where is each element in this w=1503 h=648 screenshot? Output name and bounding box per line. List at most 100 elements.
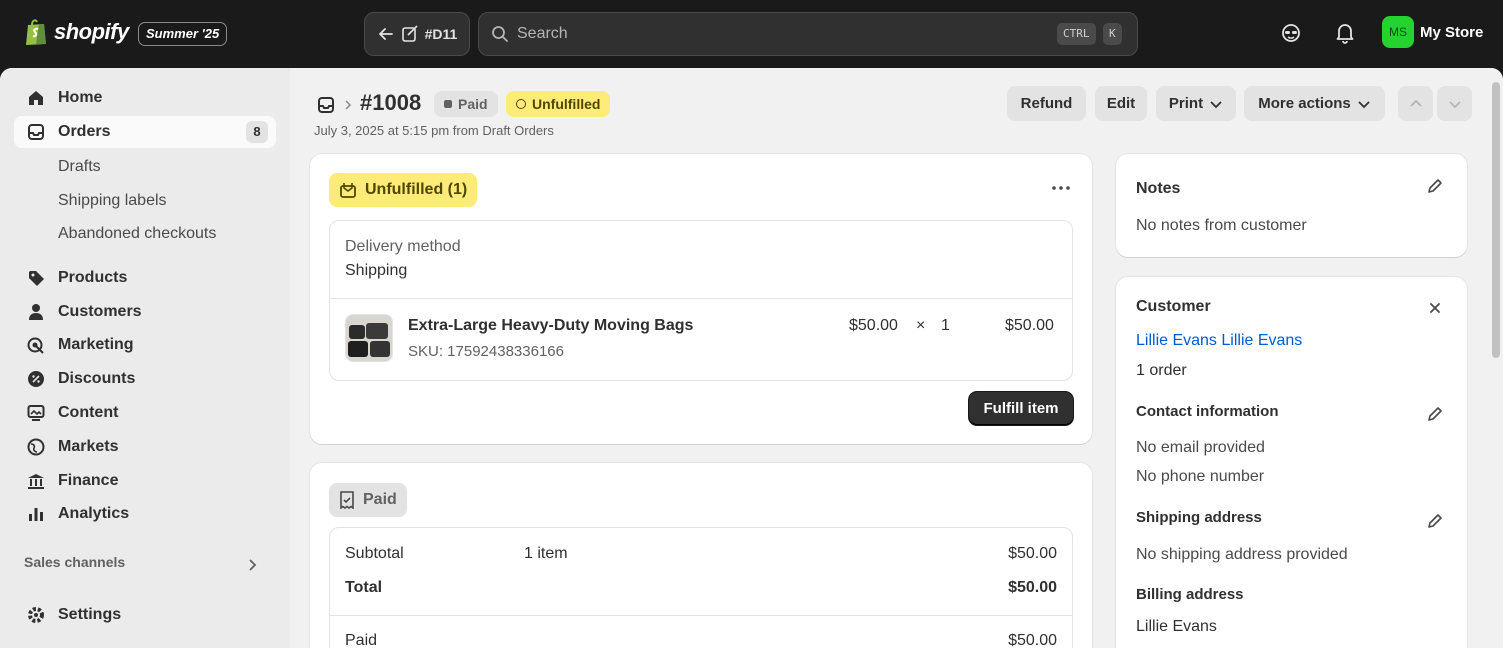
page-scrollbar[interactable] — [1489, 68, 1503, 648]
gear-icon — [28, 607, 44, 623]
arrow-left-icon — [378, 28, 393, 40]
bar-chart-icon — [29, 508, 43, 521]
bank-icon — [28, 474, 44, 489]
billing-address-title: Billing address — [1136, 586, 1244, 603]
home-icon — [29, 91, 43, 105]
customer-name-link[interactable]: Lillie Evans Lillie Evans — [1136, 332, 1302, 350]
paid-status-badge: Paid — [434, 91, 498, 117]
edition-badge[interactable]: Summer '25 — [138, 22, 228, 46]
unfulfilled-box-icon — [340, 183, 356, 198]
sidebar-item-discounts[interactable]: Discounts — [14, 363, 276, 395]
edit-shipping-pencil-icon[interactable] — [1426, 512, 1444, 530]
total-label: Total — [345, 579, 383, 596]
close-icon[interactable] — [1428, 301, 1442, 315]
chevron-down-icon — [1210, 100, 1222, 108]
sidebar-item-orders[interactable]: Orders 8 — [14, 116, 276, 148]
customer-order-count[interactable]: 1 order — [1136, 362, 1187, 380]
sidebar-item-finance[interactable]: Finance — [14, 465, 276, 497]
notes-title: Notes — [1136, 180, 1181, 197]
refund-button[interactable]: Refund — [1007, 86, 1086, 121]
more-actions-label: More actions — [1258, 95, 1351, 112]
sidebar-label-discounts: Discounts — [58, 370, 136, 387]
moving-bags-image-icon — [346, 315, 392, 361]
more-actions-button[interactable]: More actions — [1244, 86, 1385, 121]
shopify-logo[interactable]: shopify — [24, 18, 129, 46]
unfulfilled-section-label: Unfulfilled (1) — [365, 181, 468, 198]
paid-section-badge: Paid — [329, 483, 407, 517]
line-total: $50.00 — [1005, 317, 1054, 334]
notifications-button[interactable] — [1335, 22, 1355, 44]
edit-notes-pencil-icon[interactable] — [1426, 177, 1444, 195]
edit-button[interactable]: Edit — [1095, 86, 1147, 121]
shipping-address-title: Shipping address — [1136, 509, 1262, 526]
more-horizontal-icon[interactable] — [1050, 181, 1072, 195]
sidebar-item-drafts[interactable]: Drafts — [58, 158, 101, 176]
print-button[interactable]: Print — [1156, 86, 1236, 121]
content-icon — [27, 405, 45, 421]
shopify-bag-icon — [26, 19, 46, 45]
kbd-k: K — [1103, 23, 1122, 45]
edit-contact-pencil-icon[interactable] — [1426, 405, 1444, 423]
fulfill-item-button[interactable]: Fulfill item — [969, 392, 1073, 425]
sidebar-label-orders: Orders — [58, 123, 111, 140]
customer-title: Customer — [1136, 298, 1211, 315]
product-sku: SKU: 17592438336166 — [408, 343, 564, 360]
contact-info-title: Contact information — [1136, 403, 1279, 420]
paid-badge-label: Paid — [458, 96, 488, 112]
sidebar-item-analytics[interactable]: Analytics — [14, 498, 276, 530]
discount-icon — [28, 371, 44, 387]
sidebar-item-customers[interactable]: Customers — [14, 296, 276, 328]
subtotal-label: Subtotal — [345, 545, 404, 562]
next-order-button[interactable] — [1437, 86, 1472, 121]
subtotal-items: 1 item — [524, 545, 568, 562]
previous-order-button[interactable] — [1398, 86, 1433, 121]
sidebar-item-abandoned-checkouts[interactable]: Abandoned checkouts — [58, 225, 216, 243]
store-avatar: MS — [1382, 16, 1414, 48]
search-placeholder: Search — [517, 25, 568, 42]
sidekick-icon — [1282, 24, 1300, 42]
tag-icon — [29, 271, 44, 286]
paid-dot-icon — [444, 100, 452, 108]
order-number: #1008 — [360, 90, 422, 115]
sidekick-button[interactable] — [1280, 22, 1302, 44]
product-thumbnail[interactable] — [345, 314, 393, 362]
sidebar: Home Orders 8 Drafts Shipping labels Aba… — [0, 68, 290, 648]
scrollbar-thumb[interactable] — [1492, 82, 1500, 358]
order-date-source: July 3, 2025 at 5:15 pm from Draft Order… — [314, 123, 554, 138]
delivery-method-value: Shipping — [345, 262, 408, 279]
sidebar-item-home[interactable]: Home — [14, 82, 276, 114]
sidebar-label-products: Products — [58, 269, 128, 286]
delivery-method-label: Delivery method — [345, 238, 461, 255]
fulfillment-items-box: Delivery method Shipping Extra-Large Hea… — [329, 220, 1073, 381]
sidebar-item-content[interactable]: Content — [14, 397, 276, 429]
admin-frame: Home Orders 8 Drafts Shipping labels Aba… — [0, 68, 1503, 648]
product-name-link[interactable]: Extra-Large Heavy-Duty Moving Bags — [408, 317, 693, 335]
orders-count-badge: 8 — [246, 121, 268, 143]
sidebar-label-content: Content — [58, 404, 119, 421]
sidebar-item-marketing[interactable]: Marketing — [14, 329, 276, 361]
unit-price: $50.00 — [849, 317, 898, 334]
sidebar-item-settings[interactable]: Settings — [14, 599, 276, 631]
sidebar-label-marketing: Marketing — [58, 336, 134, 353]
sales-channels-header[interactable]: Sales channels — [24, 554, 125, 570]
top-bar: shopify Summer '25 #D11 Search CTRL K MS… — [0, 0, 1503, 68]
notes-card: Notes No notes from customer — [1116, 154, 1467, 257]
billing-name: Lillie Evans — [1136, 618, 1217, 635]
unfulfilled-section-badge: Unfulfilled (1) — [329, 173, 478, 207]
orders-inbox-icon — [28, 124, 44, 140]
divider — [330, 615, 1072, 616]
orders-breadcrumb-icon[interactable] — [317, 96, 335, 114]
breadcrumb-chevron-icon — [345, 100, 352, 110]
sidebar-item-products[interactable]: Products — [14, 262, 276, 294]
bell-icon — [1336, 24, 1354, 44]
divider — [330, 298, 1072, 299]
draft-order-icon — [401, 25, 418, 42]
store-menu[interactable]: MS My Store — [1382, 16, 1483, 48]
sidebar-item-shipping-labels[interactable]: Shipping labels — [58, 192, 167, 210]
chevron-right-icon[interactable] — [246, 558, 258, 572]
sidebar-item-markets[interactable]: Markets — [14, 431, 276, 463]
back-to-draft-button[interactable]: #D11 — [364, 12, 470, 56]
search-bar[interactable]: Search CTRL K — [478, 12, 1138, 56]
customer-card: Customer Lillie Evans Lillie Evans 1 ord… — [1116, 277, 1467, 648]
person-icon — [29, 304, 43, 320]
